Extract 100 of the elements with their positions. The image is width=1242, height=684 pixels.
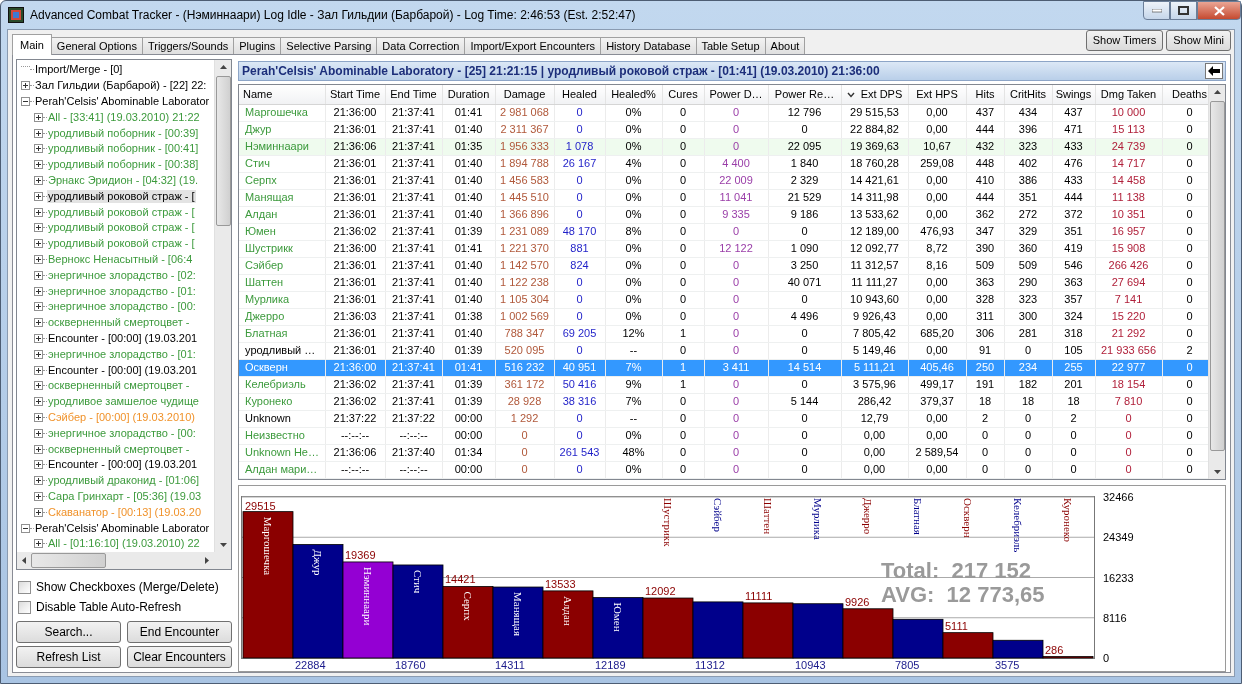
tree-item[interactable]: Encounter - [00:00] (19.03.201 <box>47 363 199 377</box>
tree-item[interactable]: уродливый роковой страж - [ <box>47 205 196 219</box>
tab[interactable]: Plugins <box>233 37 282 55</box>
button[interactable]: Refresh List <box>16 646 121 668</box>
toolbar-button[interactable]: Show Timers <box>1085 30 1164 51</box>
tree-item[interactable]: энергичное злорадство - [01: <box>47 284 197 298</box>
expand-icon[interactable] <box>34 365 43 375</box>
column-header[interactable]: Damage <box>495 85 554 104</box>
tree-item[interactable]: энергичное злорадство - [00: <box>47 300 197 314</box>
column-header[interactable]: Start Time <box>325 85 385 104</box>
expand-icon[interactable] <box>34 112 43 122</box>
expand-icon[interactable] <box>34 333 43 343</box>
expand-icon[interactable] <box>34 270 43 280</box>
expand-icon[interactable] <box>34 191 43 201</box>
tree-item[interactable]: оскверненный смертоцвет - <box>47 442 191 456</box>
horizontal-scrollbar[interactable] <box>17 552 231 569</box>
expand-icon[interactable] <box>34 254 43 264</box>
column-header[interactable]: Duration <box>442 85 495 104</box>
column-header[interactable]: Healed <box>554 85 605 104</box>
expand-icon[interactable] <box>34 286 43 296</box>
tab[interactable]: Import/Export Encounters <box>464 37 602 55</box>
expand-icon[interactable] <box>34 381 43 391</box>
checkbox[interactable] <box>18 600 31 614</box>
expand-icon[interactable] <box>34 491 43 501</box>
tree-item[interactable]: уродливый поборник - [00:38] <box>47 158 200 172</box>
tree-item[interactable]: уродливый поборник - [00:41] <box>47 142 200 156</box>
tree-item[interactable]: оскверненный смертоцвет - <box>47 316 191 330</box>
tree-item[interactable]: уродливый роковой страж - [ <box>47 237 196 251</box>
checkbox[interactable] <box>18 580 31 594</box>
expand-icon[interactable] <box>34 128 43 138</box>
column-header[interactable]: Name <box>239 85 325 104</box>
tree-item[interactable]: уродливый роковой страж - [ <box>47 189 196 203</box>
expand-icon[interactable] <box>34 428 43 438</box>
table-row[interactable]: Нэминнаари 21:36:06 21:37:41 01:35 1 956 333 1 078 0% 0 0 22 095 19 369,63 10,67 432 323 433 24 739 0 <box>239 138 1208 155</box>
maximize-button[interactable] <box>1170 1 1197 20</box>
tab[interactable]: Table Setup <box>695 37 766 55</box>
column-header[interactable]: Power D… <box>704 85 768 104</box>
column-header[interactable]: End Time <box>385 85 442 104</box>
tab[interactable]: Data Correction <box>376 37 466 55</box>
back-button[interactable] <box>1205 63 1223 79</box>
tab[interactable]: Selective Parsing <box>280 37 378 55</box>
tab[interactable]: History Database <box>600 37 697 55</box>
tree-item[interactable]: Encounter - [00:00] (19.03.201 <box>47 458 199 472</box>
tree-item[interactable]: уродливый драконид - [01:06] <box>47 474 201 488</box>
minimize-button[interactable] <box>1143 1 1170 20</box>
tree-item[interactable]: энергичное злорадство - [00: <box>47 426 197 440</box>
tree-item[interactable]: Вернокс Ненасытный - [06:4 <box>47 252 194 266</box>
vertical-scrollbar[interactable] <box>214 60 231 552</box>
tree-item[interactable]: уродливый роковой страж - [ <box>47 221 196 235</box>
expand-icon[interactable] <box>21 81 30 91</box>
expand-icon[interactable] <box>34 239 43 249</box>
column-header[interactable]: Ext HPS <box>908 85 966 104</box>
expand-icon[interactable] <box>34 397 43 407</box>
toolbar-button[interactable]: Show Mini <box>1166 30 1231 51</box>
expand-icon[interactable] <box>34 144 43 154</box>
expand-icon[interactable] <box>34 412 43 422</box>
tree-item[interactable]: Perah'Celsis' Abominable Laborator <box>34 95 211 108</box>
expand-icon[interactable] <box>34 444 43 454</box>
column-header[interactable]: Hits <box>966 85 1004 104</box>
tree-item[interactable]: Сара Гринхарт - [05:36] (19.03 <box>47 489 203 503</box>
expand-icon[interactable] <box>34 349 43 359</box>
column-header[interactable]: Healed% <box>605 85 662 104</box>
tree-item[interactable]: уродливый поборник - [00:39] <box>47 126 200 140</box>
collapse-icon[interactable] <box>21 97 30 106</box>
tab[interactable]: General Options <box>50 37 143 55</box>
column-header[interactable]: Dmg Taken <box>1095 85 1162 104</box>
tree-item[interactable]: All - [01:16:10] (19.03.2010) 22 <box>47 537 201 551</box>
tab[interactable]: Main <box>12 34 52 55</box>
column-header[interactable]: Cures <box>662 85 704 104</box>
tree-item[interactable]: Perah'Celsis' Abominable Laborator <box>34 521 211 535</box>
expand-icon[interactable] <box>34 476 43 486</box>
tree-item[interactable]: энергичное злорадство - [02: <box>47 268 197 282</box>
expand-icon[interactable] <box>34 302 43 312</box>
tree-item[interactable]: энергичное злорадство - [01: <box>47 347 197 361</box>
button[interactable]: Search... <box>16 621 121 643</box>
column-header[interactable]: CritHits <box>1004 85 1052 104</box>
tree-item[interactable]: All - [33:41] (19.03.2010) 21:22 <box>47 110 201 124</box>
tree-item[interactable]: Encounter - [00:00] (19.03.201 <box>47 331 199 345</box>
tree-item[interactable]: оскверненный смертоцвет - <box>47 379 191 393</box>
expand-icon[interactable] <box>34 460 43 470</box>
expand-icon[interactable] <box>34 175 43 185</box>
expand-icon[interactable] <box>34 207 43 217</box>
vertical-scrollbar[interactable] <box>1208 85 1225 479</box>
tab[interactable]: Triggers/Sounds <box>141 37 235 55</box>
column-header[interactable]: Deaths <box>1162 85 1208 104</box>
expand-icon[interactable] <box>34 318 43 328</box>
tree-item[interactable]: Зал Гильдии (Барбарой) - [22] 22: <box>34 79 208 93</box>
close-button[interactable] <box>1197 1 1241 20</box>
tree-item[interactable]: уродливое замшелое чудище <box>47 395 200 409</box>
expand-icon[interactable] <box>34 223 43 233</box>
tab[interactable]: About <box>764 37 806 55</box>
tree-item[interactable]: Import/Merge - [0] <box>34 63 124 77</box>
button[interactable]: Clear Encounters <box>127 646 232 668</box>
collapse-icon[interactable] <box>21 523 30 533</box>
expand-icon[interactable] <box>34 160 43 170</box>
column-header[interactable]: Power Re… <box>768 85 841 104</box>
tree-item[interactable]: Эрнакс Эридион - [04:32] (19. <box>47 173 200 187</box>
column-header[interactable]: Swings <box>1052 85 1095 104</box>
button[interactable]: End Encounter <box>127 621 232 643</box>
expand-icon[interactable] <box>34 507 43 517</box>
